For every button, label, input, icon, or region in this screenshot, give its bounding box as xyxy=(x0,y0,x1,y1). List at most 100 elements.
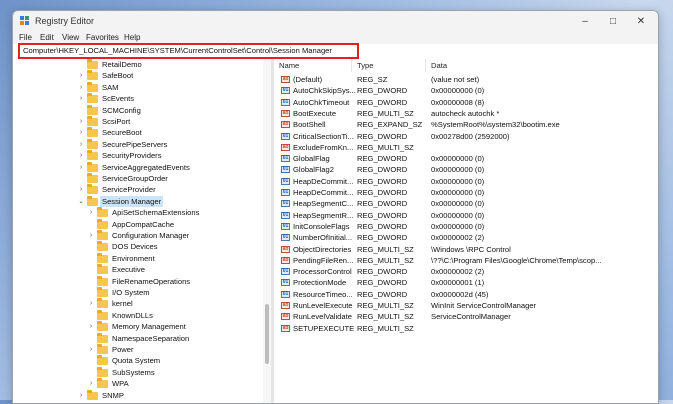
tree-item-label: WPA xyxy=(112,379,129,389)
menu-edit[interactable]: Edit xyxy=(40,33,54,42)
maximize-button[interactable]: □ xyxy=(599,11,627,32)
tree-item-label: Executive xyxy=(112,265,145,275)
folder-icon xyxy=(87,93,98,104)
menu-help[interactable]: Help xyxy=(124,33,140,42)
chevron-right-icon[interactable]: › xyxy=(87,207,95,218)
folder-icon xyxy=(97,378,108,389)
value-type: REG_EXPAND_SZ xyxy=(357,120,423,130)
column-header-data[interactable]: Data xyxy=(426,59,658,72)
binary-value-icon: 01 xyxy=(281,132,290,140)
value-row[interactable]: ab ExcludeFromKn... REG_MULTI_SZ xyxy=(274,142,658,153)
chevron-right-icon[interactable]: › xyxy=(77,116,85,127)
value-row[interactable]: 01 ResourceTimeo... REG_DWORD 0x0000002d (4… xyxy=(274,289,658,300)
chevron-right-icon[interactable]: › xyxy=(77,390,85,401)
folder-icon xyxy=(87,150,98,161)
key-tree-pane[interactable]: RetailDemo › SafeBoot › SAM › ScEvents SCMConfi… xyxy=(13,59,263,403)
registry-editor-window: Registry Editor – □ ✕ File Edit View Fav… xyxy=(12,10,659,404)
value-row[interactable]: ab BootShell REG_EXPAND_SZ %SystemRoot%\sys… xyxy=(274,119,658,130)
string-value-icon: ab xyxy=(281,76,290,83)
value-type: REG_DWORD xyxy=(357,199,408,209)
tree-item-label: SNMP xyxy=(102,390,124,400)
value-data: %SystemRoot%\system32\bootim.exe xyxy=(431,120,560,130)
value-type: REG_MULTI_SZ xyxy=(357,301,414,310)
close-icon: ✕ xyxy=(636,16,646,27)
value-data: 0x00000000 (0) xyxy=(431,165,485,175)
folder-icon xyxy=(97,218,108,229)
values-pane[interactable]: Name Type Data ab (Default) REG_SZ (value n… xyxy=(274,59,658,403)
value-row[interactable]: ab RunLevelValidate REG_MULTI_SZ ServiceCon… xyxy=(274,311,658,322)
column-header-type[interactable]: Type xyxy=(352,59,426,72)
tree-item-label: ScEvents xyxy=(102,94,135,104)
tree-scrollbar[interactable] xyxy=(263,59,271,403)
chevron-right-icon[interactable]: › xyxy=(77,82,85,93)
maximize-icon: □ xyxy=(609,16,617,27)
value-type: REG_DWORD xyxy=(357,154,408,164)
tree-item-label: I/O System xyxy=(112,288,150,297)
tree-item-label: RetailDemo xyxy=(102,60,142,69)
minimize-button[interactable]: – xyxy=(571,11,599,32)
chevron-right-icon[interactable]: › xyxy=(77,139,85,150)
value-row[interactable]: ab PendingFileRen... REG_MULTI_SZ \??\C:\Pr… xyxy=(274,255,658,266)
chevron-right-icon[interactable]: › xyxy=(87,230,95,241)
value-data: ServiceControlManager xyxy=(431,312,511,322)
folder-icon xyxy=(97,332,108,343)
string-value-icon: ab xyxy=(281,121,290,129)
folder-icon xyxy=(97,309,108,320)
close-button[interactable]: ✕ xyxy=(627,11,655,32)
chevron-right-icon[interactable]: › xyxy=(87,344,95,355)
chevron-right-icon[interactable]: › xyxy=(77,127,85,138)
value-row[interactable]: ab BootExecute REG_MULTI_SZ autocheck autoc… xyxy=(274,108,658,119)
title-bar[interactable]: Registry Editor – □ ✕ xyxy=(13,11,658,32)
value-row[interactable]: 01 GlobalFlag2 REG_DWORD 0x00000000 (0) xyxy=(274,164,658,175)
value-row[interactable]: 01 ProtectionMode REG_DWORD 0x00000001 (1) xyxy=(274,277,658,288)
value-row[interactable]: ab RunLevelExecute REG_MULTI_SZ WinInit Ser… xyxy=(274,300,658,311)
tree-item-label: Memory Management xyxy=(112,322,186,332)
tree-item-label: Configuration Manager xyxy=(112,231,190,240)
value-type: REG_DWORD xyxy=(357,210,408,220)
chevron-right-icon[interactable]: › xyxy=(87,298,95,309)
menu-view[interactable]: View xyxy=(62,33,79,42)
address-bar[interactable]: Computer\HKEY_LOCAL_MACHINE\SYSTEM\Curre… xyxy=(18,43,359,59)
tree-item-label: SAM xyxy=(102,82,119,92)
value-data: 0x00000002 (2) xyxy=(431,267,485,277)
value-data: (value not set) xyxy=(431,75,480,84)
value-row[interactable]: 01 HeapDeCommit... REG_DWORD 0x00000000 (0) xyxy=(274,176,658,187)
folder-icon xyxy=(87,70,98,81)
value-type: REG_DWORD xyxy=(357,233,408,243)
string-value-icon: ab xyxy=(281,143,290,151)
value-row[interactable]: 01 NumberOfInitial... REG_DWORD 0x00000002 … xyxy=(274,232,658,243)
chevron-right-icon[interactable]: › xyxy=(77,70,85,81)
value-type: REG_MULTI_SZ xyxy=(357,255,414,265)
folder-icon xyxy=(97,287,108,297)
value-row[interactable]: 01 CriticalSectionTi... REG_DWORD 0x00278d0… xyxy=(274,131,658,142)
binary-value-icon: 01 xyxy=(281,279,290,287)
value-type: REG_MULTI_SZ xyxy=(357,108,414,118)
chevron-right-icon[interactable]: › xyxy=(87,321,95,332)
chevron-right-icon[interactable]: › xyxy=(87,378,95,389)
chevron-right-icon[interactable]: › xyxy=(77,184,85,195)
tree-item-label: Environment xyxy=(112,253,155,263)
value-row[interactable]: 01 AutoChkSkipSys... REG_DWORD 0x00000000 (… xyxy=(274,85,658,96)
chevron-right-icon[interactable]: › xyxy=(77,162,85,173)
value-row[interactable]: 01 ProcessorControl REG_DWORD 0x00000002 (2… xyxy=(274,266,658,277)
menu-favorites[interactable]: Favorites xyxy=(86,33,119,42)
value-data: 0x00000000 (0) xyxy=(431,154,485,164)
folder-icon xyxy=(97,241,108,252)
value-type: REG_DWORD xyxy=(357,176,408,186)
value-row[interactable]: ab ObjectDirectories REG_MULTI_SZ \Windows … xyxy=(274,244,658,255)
value-row[interactable]: 01 AutoChkTimeout REG_DWORD 0x00000008 (8) xyxy=(274,97,658,108)
value-row[interactable]: ab SETUPEXECUTE REG_MULTI_SZ xyxy=(274,323,658,334)
chevron-down-icon[interactable]: ⌄ xyxy=(77,196,85,207)
tree-scroll-thumb[interactable] xyxy=(265,304,269,364)
value-row[interactable]: 01 HeapDeCommit... REG_DWORD 0x00000000 (0) xyxy=(274,187,658,198)
column-header-name[interactable]: Name xyxy=(274,59,352,72)
chevron-right-icon[interactable]: › xyxy=(77,150,85,161)
value-row[interactable]: ab (Default) REG_SZ (value not set) xyxy=(274,74,658,85)
menu-file[interactable]: File xyxy=(19,33,32,42)
value-row[interactable]: 01 InitConsoleFlags REG_DWORD 0x00000000 (0… xyxy=(274,221,658,232)
folder-icon xyxy=(87,104,98,115)
value-row[interactable]: 01 HeapSegmentR... REG_DWORD 0x00000000 (0) xyxy=(274,210,658,221)
value-row[interactable]: 01 HeapSegmentC... REG_DWORD 0x00000000 (0) xyxy=(274,198,658,209)
chevron-right-icon[interactable]: › xyxy=(77,93,85,104)
value-row[interactable]: 01 GlobalFlag REG_DWORD 0x00000000 (0) xyxy=(274,153,658,164)
